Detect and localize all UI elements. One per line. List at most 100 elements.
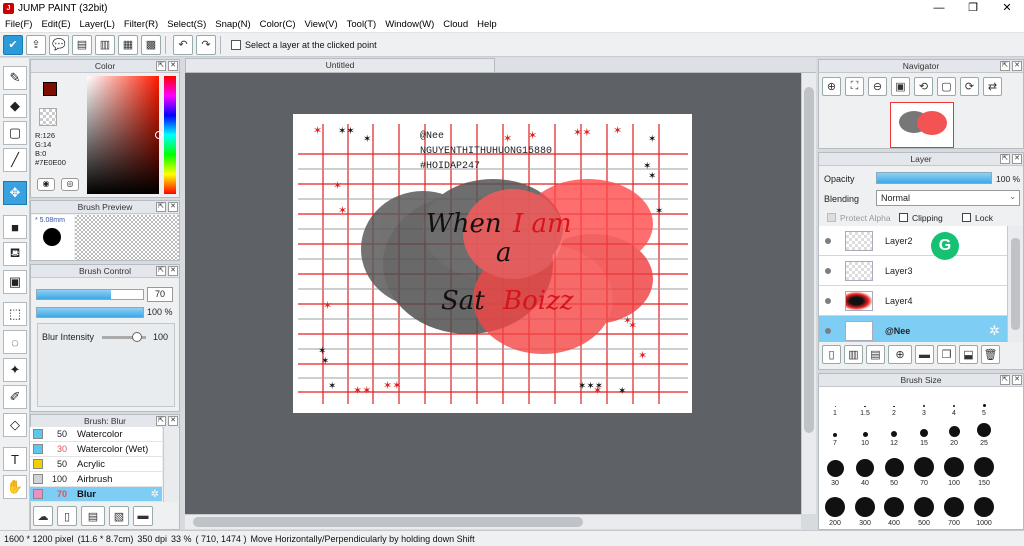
layer-opacity-slider[interactable] [876,172,992,184]
undock-icon[interactable]: ⇱ [1000,61,1010,71]
brush-item-blur[interactable]: 70 Blur ✲ [30,487,162,502]
move-tool-icon[interactable]: ✥ [3,181,27,205]
canvas-horizontal-scrollbar[interactable] [185,514,801,529]
close-icon[interactable]: ✕ [990,0,1024,16]
brush-size-option[interactable]: 150 [970,447,998,487]
lock-checkbox[interactable] [962,213,971,222]
brush-size-option[interactable]: 400 [880,487,908,527]
select-layer-checkbox[interactable] [231,39,241,50]
brush-size-option[interactable]: 40 [851,447,879,487]
folder-icon[interactable]: ▬ [915,345,934,364]
close-panel-icon[interactable]: ✕ [1012,154,1022,164]
redo-icon[interactable]: ↷ [196,34,216,55]
brush-size-option[interactable]: 700 [940,487,968,527]
menu-window[interactable]: Window(W) [385,19,434,30]
layer-row[interactable]: Layer4 [819,286,1007,316]
brush-copy-icon[interactable]: ▧ [109,506,129,526]
undock-icon[interactable]: ⇱ [1000,154,1010,164]
reset-view-icon[interactable]: ▢ [937,77,956,96]
brush-size-option[interactable]: 500 [910,487,938,527]
menu-cloud[interactable]: Cloud [443,19,468,30]
brush-item-watercolor-wet[interactable]: 30 Watercolor (Wet) [30,442,162,457]
menu-edit[interactable]: Edit(E) [41,19,70,30]
actual-size-icon[interactable]: ▣ [891,77,910,96]
merge-layer-icon[interactable]: ⬓ [959,345,978,364]
document-tab[interactable]: Untitled [185,58,495,73]
close-panel-icon[interactable]: ✕ [168,266,178,276]
layer-row-selected[interactable]: @Nee ✲ [819,316,1007,342]
horizontal-scroll-thumb[interactable] [193,517,583,527]
text-tool-icon[interactable]: T [3,447,27,471]
brush-item-airbrush[interactable]: 100 Airbrush [30,472,162,487]
brush-size-option[interactable]: 20 [940,417,968,447]
lasso-tool-icon[interactable]: ◌ [3,330,27,354]
brush-size-option[interactable]: 25 [970,417,998,447]
undock-icon[interactable]: ⇱ [156,202,166,212]
brush-size-option[interactable]: 10 [851,417,879,447]
magic-wand-tool-icon[interactable]: ✦ [3,358,27,382]
vertical-scroll-thumb[interactable] [804,87,814,433]
brush-size-option[interactable]: 300 [851,487,879,527]
message-icon[interactable]: ▤ [72,34,92,55]
menu-filter[interactable]: Filter(R) [124,19,158,30]
undock-icon[interactable]: ⇱ [156,61,166,71]
brush-size-option[interactable]: 15 [910,417,938,447]
undock-icon[interactable]: ⇱ [156,266,166,276]
brush-size-option[interactable]: 12 [880,417,908,447]
rotate-left-icon[interactable]: ⟲ [914,77,933,96]
close-panel-icon[interactable]: ✕ [1012,61,1022,71]
eraser-tool-icon[interactable]: ◆ [3,94,27,118]
brush-size-option[interactable]: 1 [821,387,849,417]
picker-cursor[interactable] [155,131,163,139]
undock-icon[interactable]: ⇱ [156,416,166,426]
layer-row[interactable]: Layer2 G [819,226,1007,260]
brush-menu-icon[interactable]: ▤ [81,506,105,526]
brush-size-option[interactable]: 30 [821,447,849,487]
settings-grid-icon[interactable]: ▩ [141,34,161,55]
brush-settings-icon[interactable]: ✲ [151,489,159,500]
zoom-out-icon[interactable]: ⊖ [868,77,887,96]
artwork-canvas[interactable]: ✶ ✶ ✶ ✶✶ ✶ ✶ ✶ ✶ ✶✶ ✶✶ ✶ ✶ ✶ ✶ ✶✶ ✶ ✶ ✶ ✶ ✶ ✶ ✶ ✶✶✶ ✶ ✶ @N… [293,114,692,413]
close-panel-icon[interactable]: ✕ [1012,375,1022,385]
clipping-checkbox[interactable] [899,213,908,222]
pen-tool-icon[interactable]: ✎ [3,66,27,90]
delete-layer-icon[interactable]: 🗑 [981,345,1000,364]
rectangle-tool-icon[interactable]: ▢ [3,121,27,145]
eyedropper-icon[interactable]: ◉ [37,178,55,191]
select-rect-tool-icon[interactable]: ⬚ [3,302,27,326]
brush-item-acrylic[interactable]: 50 Acrylic [30,457,162,472]
menu-help[interactable]: Help [477,19,497,30]
brush-size-option[interactable]: 7 [821,417,849,447]
eye-icon[interactable] [825,297,831,304]
document-icon[interactable]: ▥ [95,34,115,55]
palette-icon[interactable]: ◎ [61,178,79,191]
share-icon[interactable]: ⇪ [26,34,46,55]
menu-file[interactable]: File(F) [5,19,32,30]
brush-size-option[interactable]: 1000 [970,487,998,527]
new-layer-1bit-icon[interactable]: ▤ [866,345,885,364]
blur-intensity-slider[interactable] [102,332,146,342]
menu-select[interactable]: Select(S) [167,19,206,30]
layer-scroll-thumb[interactable] [1011,238,1020,330]
eye-icon[interactable] [825,327,831,334]
brush-size-option[interactable]: 70 [910,447,938,487]
fit-icon[interactable]: ⛶ [845,77,864,96]
zoom-in-icon[interactable]: ⊕ [822,77,841,96]
eye-icon[interactable] [825,267,831,274]
brush-size-option[interactable]: 50 [880,447,908,487]
select-pen-tool-icon[interactable]: ✐ [3,385,27,409]
rotate-right-icon[interactable]: ⟳ [960,77,979,96]
brush-size-option[interactable]: 4 [940,387,968,417]
new-brush-icon[interactable]: ▯ [57,506,77,526]
cloud-check-icon[interactable]: ✔ [3,34,23,55]
undock-icon[interactable]: ⇱ [1000,375,1010,385]
brush-size-slider[interactable] [36,289,144,300]
saturation-value-picker[interactable] [87,76,163,194]
line-tool-icon[interactable]: ╱ [3,148,27,172]
layer-row[interactable]: Layer3 [819,256,1007,286]
hand-tool-icon[interactable]: ✋ [3,475,27,499]
menu-tool[interactable]: Tool(T) [347,19,377,30]
brush-list-scrollbar[interactable] [163,427,178,502]
layer-list-scrollbar[interactable] [1007,226,1023,342]
fill-rect-tool-icon[interactable]: ■ [3,215,27,239]
